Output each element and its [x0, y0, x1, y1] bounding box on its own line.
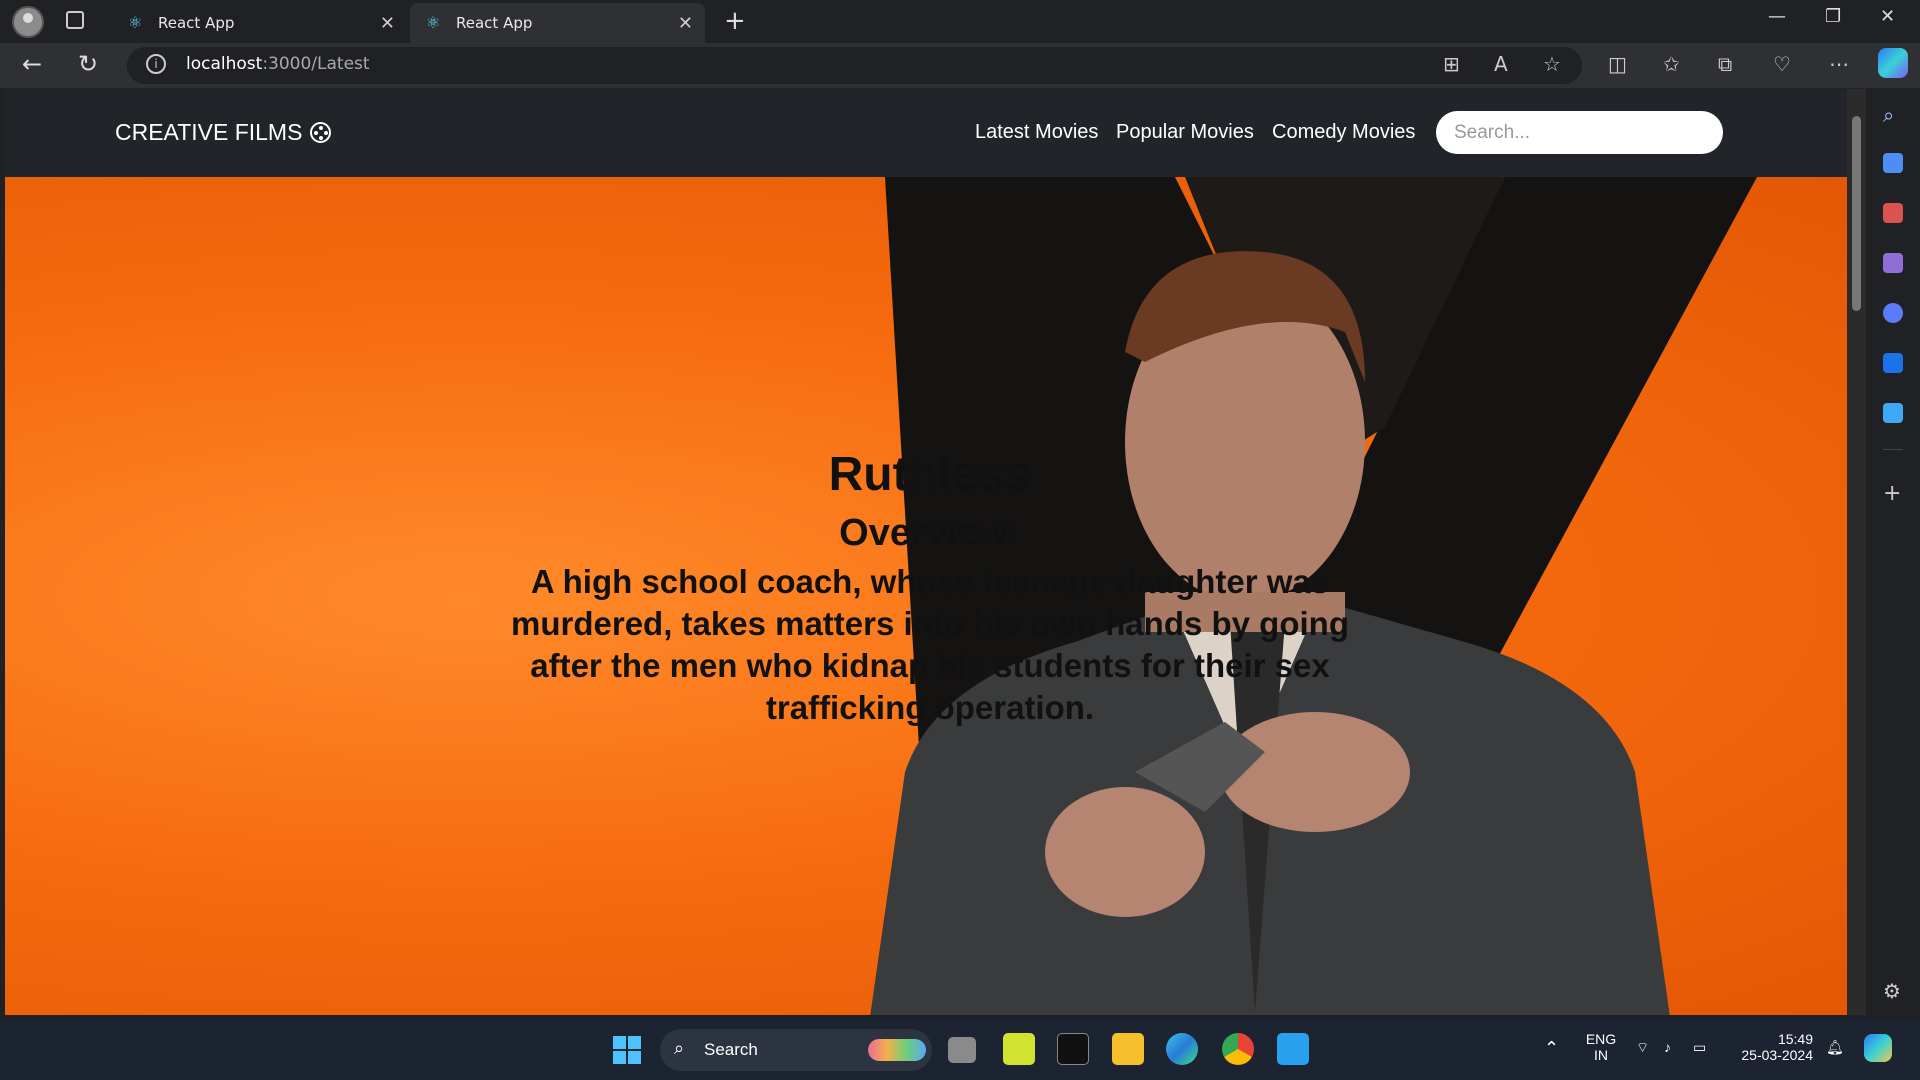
- edge-sidebar: ⌕ + ⚙: [1866, 89, 1920, 1015]
- outlook-icon[interactable]: [1883, 353, 1903, 373]
- tab-actions-icon[interactable]: [66, 11, 84, 29]
- nav-latest-movies[interactable]: Latest Movies: [975, 121, 1098, 144]
- language-indicator[interactable]: ENG IN: [1583, 1031, 1619, 1063]
- chrome-icon[interactable]: [1222, 1033, 1254, 1065]
- minimize-icon[interactable]: —: [1768, 6, 1786, 27]
- drop-icon[interactable]: [1883, 403, 1903, 423]
- scrollbar-thumb[interactable]: [1852, 116, 1861, 311]
- show-hidden-icons-icon[interactable]: ⌃: [1544, 1038, 1559, 1059]
- profile-avatar-icon[interactable]: [12, 6, 44, 38]
- favorite-star-icon[interactable]: ☆: [1543, 52, 1561, 76]
- tools-icon[interactable]: [1883, 203, 1903, 223]
- url-text[interactable]: localhost:3000/Latest: [186, 54, 370, 74]
- movie-overview-text: A high school coach, whose teenage daugh…: [511, 563, 1349, 726]
- search-highlight-icon: [868, 1039, 926, 1061]
- page-viewport: CREATIVE FILMS Latest Movies Popular Mov…: [5, 89, 1847, 1015]
- close-tab-1-icon[interactable]: ✕: [380, 13, 395, 34]
- apps-icon[interactable]: ⊞: [1443, 52, 1460, 76]
- favorites-icon[interactable]: ✩: [1663, 52, 1680, 76]
- nav-comedy-movies[interactable]: Comedy Movies: [1272, 121, 1415, 144]
- copilot-taskbar-icon[interactable]: [1864, 1034, 1892, 1062]
- read-aloud-icon[interactable]: A: [1494, 52, 1508, 76]
- search-input[interactable]: [1436, 111, 1723, 154]
- notification-bell-icon[interactable]: 🔔︎: [1826, 1039, 1844, 1056]
- task-view-icon[interactable]: [948, 1037, 976, 1063]
- split-screen-icon[interactable]: ◫: [1608, 52, 1627, 76]
- wifi-icon[interactable]: ⌔: [1636, 1039, 1649, 1057]
- file-explorer-icon[interactable]: [1112, 1033, 1144, 1065]
- browser-essentials-icon[interactable]: ♡: [1773, 52, 1791, 76]
- pycharm-icon[interactable]: [1003, 1033, 1035, 1065]
- volume-icon[interactable]: ♪: [1664, 1039, 1671, 1055]
- copilot-icon[interactable]: [1878, 48, 1908, 78]
- restore-icon[interactable]: ❐: [1825, 6, 1841, 27]
- site-info-icon[interactable]: i: [146, 54, 166, 74]
- microsoft-365-icon[interactable]: [1883, 303, 1903, 323]
- collections-icon[interactable]: ⧉: [1718, 52, 1732, 76]
- back-icon[interactable]: ←: [22, 50, 42, 78]
- browser-tab-2[interactable]: ⚛ React App ✕: [410, 3, 705, 43]
- tab-2-label: React App: [456, 14, 533, 32]
- movie-info-overlay: Ruthless Overview: A high school coach, …: [495, 447, 1365, 729]
- taskbar-search-label: Search: [704, 1040, 758, 1059]
- clock-date: 25-03-2024: [1741, 1047, 1813, 1063]
- page-scrollbar[interactable]: [1847, 89, 1866, 1015]
- edge-browser-icon[interactable]: [1166, 1033, 1198, 1065]
- nav-popular-movies[interactable]: Popular Movies: [1116, 121, 1254, 144]
- refresh-icon[interactable]: ↻: [78, 50, 98, 78]
- language-code: ENG: [1585, 1031, 1617, 1047]
- region-code: IN: [1594, 1047, 1608, 1063]
- sidebar-divider: [1883, 449, 1903, 450]
- url-path: :3000/Latest: [262, 54, 370, 74]
- url-host: localhost: [186, 54, 263, 74]
- react-icon: ⚛: [426, 13, 441, 32]
- battery-icon[interactable]: ▭: [1693, 1039, 1706, 1056]
- add-icon[interactable]: +: [1883, 481, 1903, 506]
- games-icon[interactable]: [1883, 253, 1903, 273]
- overview-heading: Overview:: [839, 512, 1021, 554]
- terminal-icon[interactable]: [1057, 1033, 1089, 1065]
- movie-title: Ruthless: [828, 448, 1032, 501]
- hero-banner: Ruthless Overview: A high school coach, …: [5, 177, 1847, 1015]
- taskbar-search[interactable]: ⌕ Search: [660, 1029, 932, 1071]
- new-tab-icon[interactable]: +: [724, 6, 746, 36]
- close-tab-2-icon[interactable]: ✕: [678, 13, 693, 34]
- brand-name[interactable]: CREATIVE FILMS: [115, 119, 302, 146]
- search-icon[interactable]: ⌕: [1883, 103, 1903, 127]
- more-options-icon[interactable]: ⋯: [1829, 52, 1849, 76]
- vscode-icon[interactable]: [1277, 1033, 1309, 1065]
- browser-tab-1[interactable]: ⚛ React App ✕: [112, 3, 407, 43]
- shopping-tag-icon[interactable]: [1883, 153, 1903, 173]
- tab-1-label: React App: [158, 14, 235, 32]
- windows-start-icon[interactable]: [612, 1035, 642, 1065]
- clock-time: 15:49: [1777, 1031, 1813, 1047]
- film-reel-icon: [310, 122, 331, 143]
- gear-icon[interactable]: ⚙: [1883, 979, 1903, 1003]
- search-icon: ⌕: [674, 1038, 685, 1058]
- clock[interactable]: 15:49 25-03-2024: [1733, 1031, 1813, 1063]
- site-navbar: CREATIVE FILMS Latest Movies Popular Mov…: [5, 89, 1847, 177]
- react-icon: ⚛: [128, 13, 143, 32]
- close-window-icon[interactable]: ✕: [1880, 6, 1895, 27]
